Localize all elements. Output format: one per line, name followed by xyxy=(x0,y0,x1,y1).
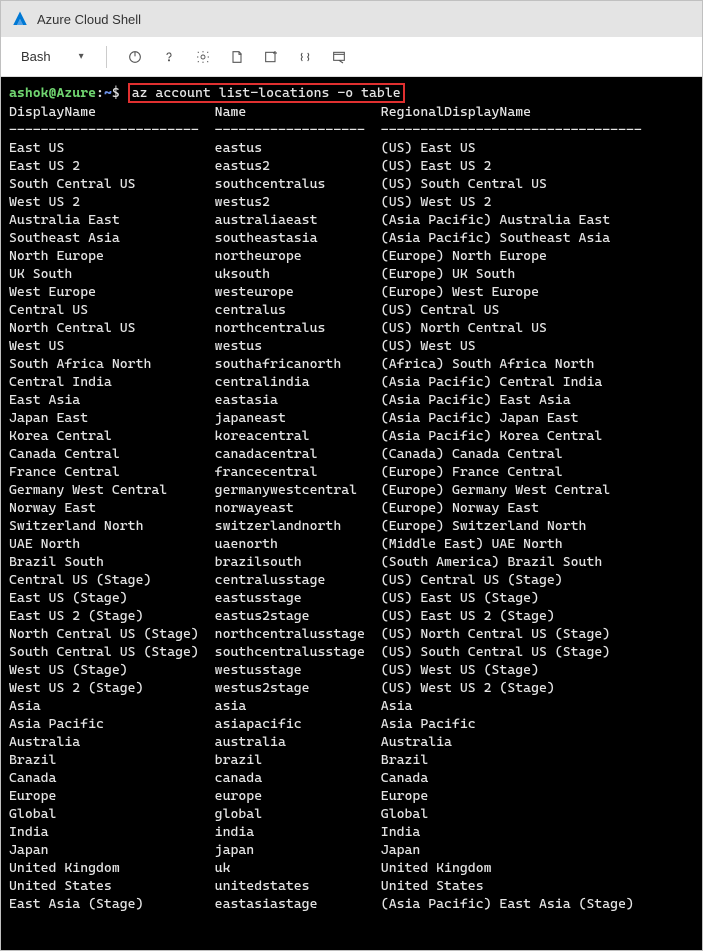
table-row: Canada canada Canada xyxy=(9,769,694,787)
editor-icon[interactable] xyxy=(291,43,319,71)
table-row: Australia australia Australia xyxy=(9,733,694,751)
table-row: Asia asia Asia xyxy=(9,697,694,715)
chevron-down-icon: ▾ xyxy=(79,51,84,62)
table-row: France Central francecentral (Europe) Fr… xyxy=(9,463,694,481)
prompt-user: ashok@Azure xyxy=(9,85,96,101)
prompt-symbol: $ xyxy=(112,85,128,101)
table-row: East US eastus (US) East US xyxy=(9,139,694,157)
table-row: West US 2 westus2 (US) West US 2 xyxy=(9,193,694,211)
table-row: East US 2 eastus2 (US) East US 2 xyxy=(9,157,694,175)
table-row: Southeast Asia southeastasia (Asia Pacif… xyxy=(9,229,694,247)
titlebar-title: Azure Cloud Shell xyxy=(37,12,141,27)
table-row: United Kingdom uk United Kingdom xyxy=(9,859,694,877)
table-row: East US 2 (Stage) eastus2stage (US) East… xyxy=(9,607,694,625)
prompt-line: ashok@Azure:~$ az account list-locations… xyxy=(9,83,694,103)
terminal[interactable]: ashok@Azure:~$ az account list-locations… xyxy=(1,77,702,950)
table-row: South Africa North southafricanorth (Afr… xyxy=(9,355,694,373)
table-row: East Asia (Stage) eastasiastage (Asia Pa… xyxy=(9,895,694,913)
table-row: Germany West Central germanywestcentral … xyxy=(9,481,694,499)
help-icon[interactable] xyxy=(155,43,183,71)
table-row: Japan East japaneast (Asia Pacific) Japa… xyxy=(9,409,694,427)
table-row: East Asia eastasia (Asia Pacific) East A… xyxy=(9,391,694,409)
command-highlight: az account list-locations -o table xyxy=(128,83,405,103)
table-row: West US 2 (Stage) westus2stage (US) West… xyxy=(9,679,694,697)
cloud-shell-window: Azure Cloud Shell Bash ▾ ashok@Azure:~$ … xyxy=(0,0,703,951)
table-row: West US (Stage) westusstage (US) West US… xyxy=(9,661,694,679)
table-row: Global global Global xyxy=(9,805,694,823)
table-row: Brazil brazil Brazil xyxy=(9,751,694,769)
table-row: North Central US (Stage) northcentraluss… xyxy=(9,625,694,643)
titlebar: Azure Cloud Shell xyxy=(1,1,702,37)
table-row: West US westus (US) West US xyxy=(9,337,694,355)
toolbar: Bash ▾ xyxy=(1,37,702,77)
table-row: Switzerland North switzerlandnorth (Euro… xyxy=(9,517,694,535)
table-row: North Europe northeurope (Europe) North … xyxy=(9,247,694,265)
new-session-icon[interactable] xyxy=(257,43,285,71)
table-row: Europe europe Europe xyxy=(9,787,694,805)
table-row: Norway East norwayeast (Europe) Norway E… xyxy=(9,499,694,517)
table-row: United States unitedstates United States xyxy=(9,877,694,895)
azure-logo-icon xyxy=(11,10,29,28)
table-row: Australia East australiaeast (Asia Pacif… xyxy=(9,211,694,229)
table-row: Korea Central koreacentral (Asia Pacific… xyxy=(9,427,694,445)
prompt-colon: : xyxy=(96,85,104,101)
table-row: Asia Pacific asiapacific Asia Pacific xyxy=(9,715,694,733)
table-row: Japan japan Japan xyxy=(9,841,694,859)
prompt-path: ~ xyxy=(104,85,112,101)
table-row: Central US (Stage) centralusstage (US) C… xyxy=(9,571,694,589)
table-row: West Europe westeurope (Europe) West Eur… xyxy=(9,283,694,301)
table-row: India india India xyxy=(9,823,694,841)
settings-icon[interactable] xyxy=(189,43,217,71)
restart-icon[interactable] xyxy=(121,43,149,71)
table-row: Central US centralus (US) Central US xyxy=(9,301,694,319)
table-row: Canada Central canadacentral (Canada) Ca… xyxy=(9,445,694,463)
web-preview-icon[interactable] xyxy=(325,43,353,71)
table-row: North Central US northcentralus (US) Nor… xyxy=(9,319,694,337)
table-header: DisplayName Name RegionalDisplayName xyxy=(9,103,694,121)
table-row: Central India centralindia (Asia Pacific… xyxy=(9,373,694,391)
shell-selector-value: Bash xyxy=(21,49,51,64)
shell-selector[interactable]: Bash ▾ xyxy=(13,44,92,70)
upload-download-icon[interactable] xyxy=(223,43,251,71)
table-divider: ------------------------ ---------------… xyxy=(9,121,694,139)
table-row: East US (Stage) eastusstage (US) East US… xyxy=(9,589,694,607)
toolbar-separator xyxy=(106,46,107,68)
table-row: UK South uksouth (Europe) UK South xyxy=(9,265,694,283)
table-row: South Central US (Stage) southcentraluss… xyxy=(9,643,694,661)
table-row: South Central US southcentralus (US) Sou… xyxy=(9,175,694,193)
table-row: UAE North uaenorth (Middle East) UAE Nor… xyxy=(9,535,694,553)
table-row: Brazil South brazilsouth (South America)… xyxy=(9,553,694,571)
